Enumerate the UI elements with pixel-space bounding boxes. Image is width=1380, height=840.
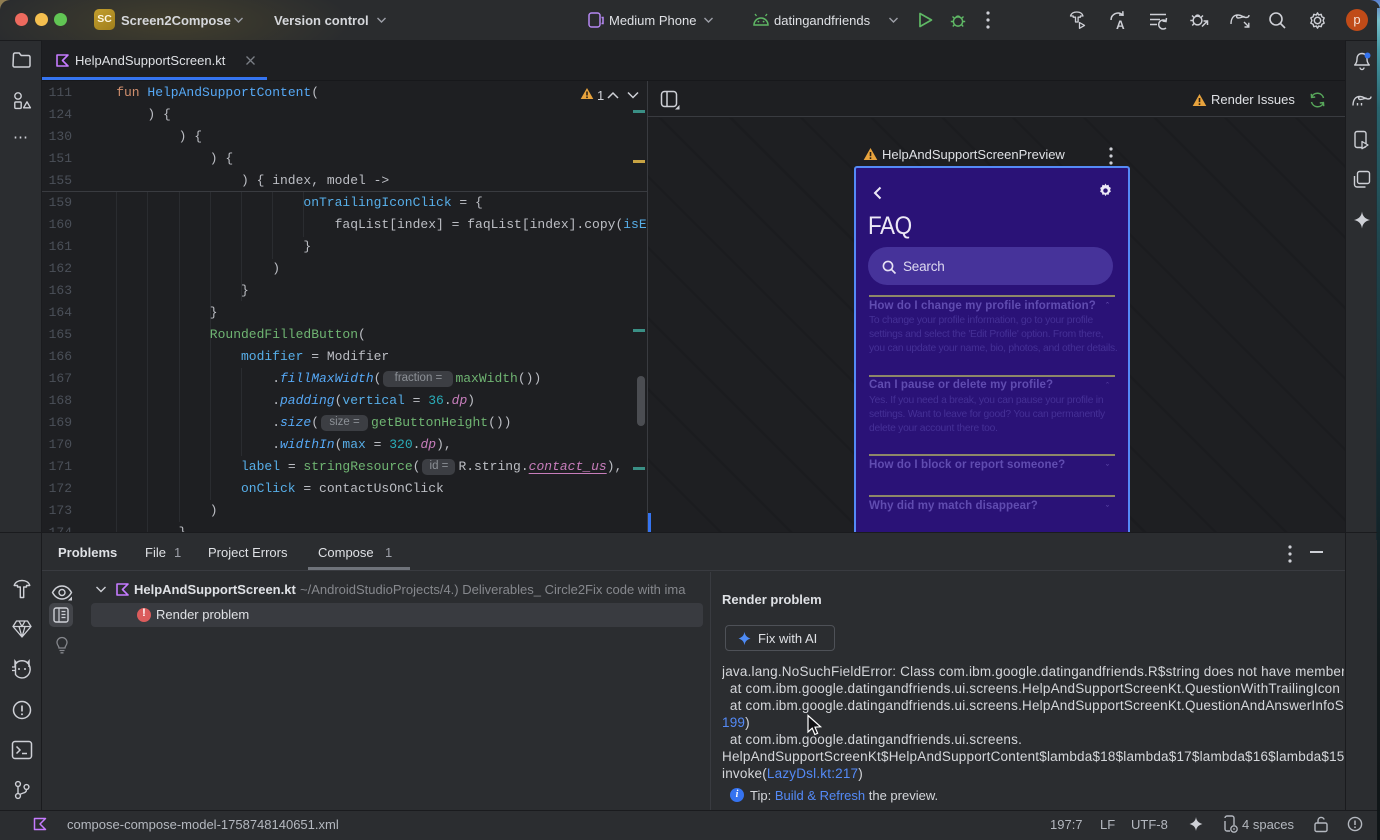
svg-text:A: A [1116, 18, 1125, 31]
